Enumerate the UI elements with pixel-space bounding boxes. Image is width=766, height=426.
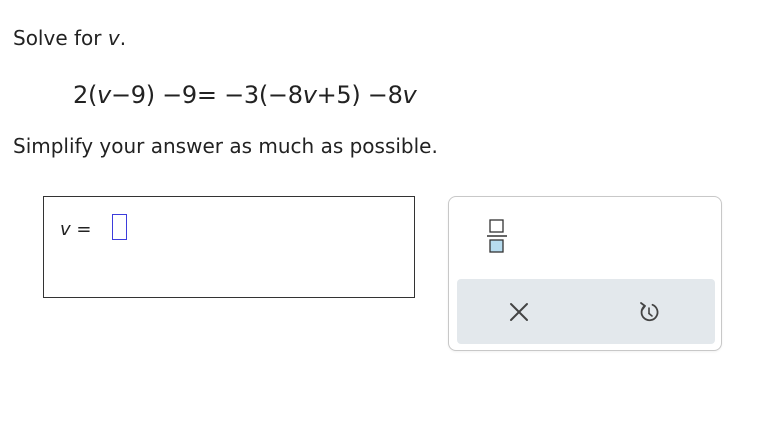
equation: 2(v−9) −9= −3(−8v+5) −8v (73, 81, 417, 109)
prompt-variable: v (107, 26, 120, 50)
answer-variable: v (60, 219, 71, 240)
undo-button[interactable] (631, 297, 667, 327)
equation-lhs-part-2: −9) −9 (110, 81, 197, 109)
answer-area[interactable]: v = (43, 196, 415, 298)
close-icon (510, 303, 528, 321)
instruction-text: Simplify your answer as much as possible… (13, 134, 438, 158)
action-bar (457, 279, 715, 344)
equation-lhs-variable: v (97, 81, 111, 109)
answer-input[interactable] (112, 214, 127, 240)
equation-rhs-variable-1: v (302, 81, 317, 109)
clear-button[interactable] (501, 297, 537, 327)
equation-rhs-variable-2: v (402, 81, 417, 109)
prompt-prefix: Solve for (13, 26, 108, 50)
undo-icon (640, 302, 659, 322)
answer-label: v = (60, 219, 91, 241)
equation-equals: = (196, 81, 217, 109)
answer-equals: = (76, 219, 92, 240)
fraction-button[interactable] (481, 211, 513, 259)
equation-lhs-part-1: 2( (73, 81, 98, 109)
question-prompt: Solve for v. (13, 26, 126, 50)
equation-rhs-part-2: +5) −8 (316, 81, 403, 109)
equation-rhs-part-1: −3(−8 (224, 81, 303, 109)
math-palette (448, 196, 722, 351)
prompt-suffix: . (119, 26, 127, 50)
fraction-icon (487, 219, 507, 253)
